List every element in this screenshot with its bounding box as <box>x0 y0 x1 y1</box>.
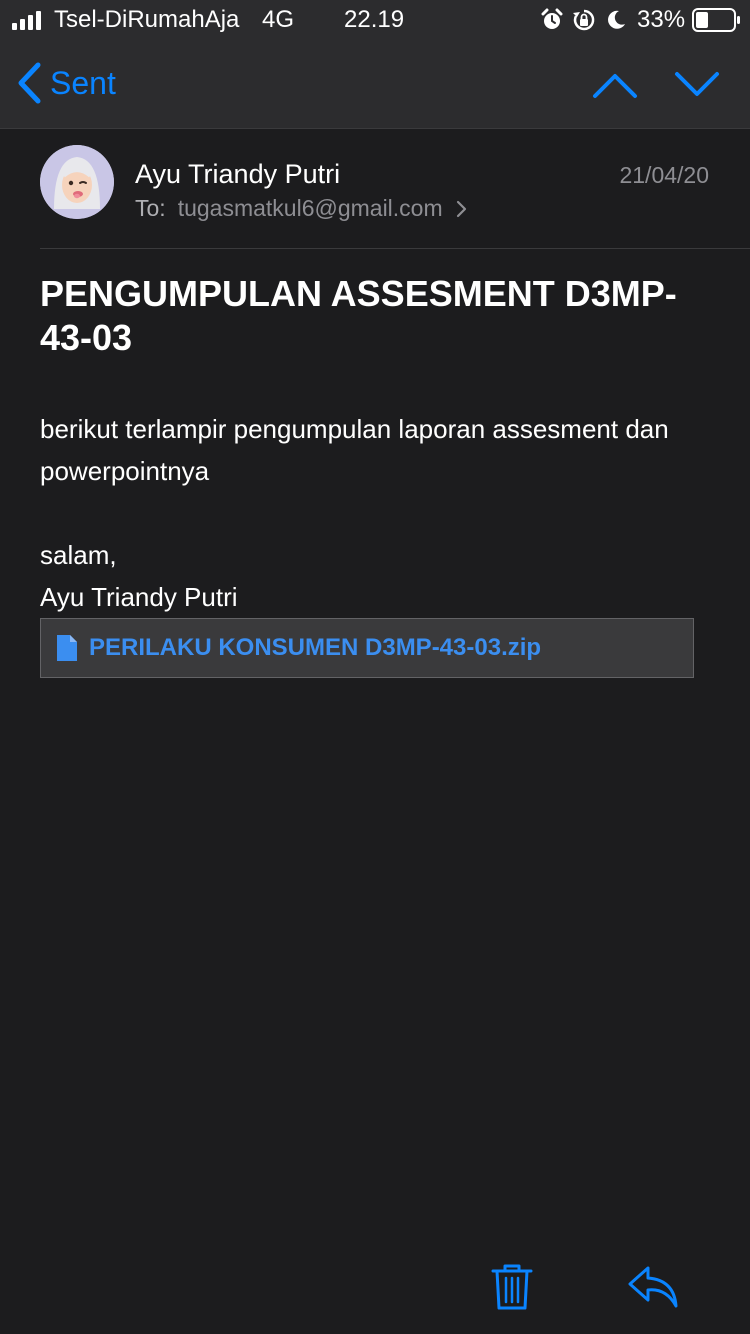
to-label: To: <box>135 195 166 221</box>
attachment-name: PERILAKU KONSUMEN D3MP-43-03.zip <box>89 634 542 661</box>
previous-message-button[interactable] <box>590 64 640 104</box>
recipient-row[interactable]: To: tugasmatkul6@gmail.com <box>135 195 471 222</box>
message-date: 21/04/20 <box>619 162 709 188</box>
chevron-up-icon <box>593 74 637 98</box>
next-message-button[interactable] <box>672 64 722 104</box>
avatar[interactable] <box>40 145 114 219</box>
signal-strength-icon <box>12 11 41 30</box>
battery-percent: 33% <box>637 6 686 33</box>
message-greeting: salam, <box>40 540 117 570</box>
do-not-disturb-icon <box>608 10 625 29</box>
memoji-avatar-icon <box>40 145 114 219</box>
back-button-label: Sent <box>50 64 116 101</box>
recipient-email[interactable]: tugasmatkul6@gmail.com <box>178 195 443 222</box>
message-signature: Ayu Triandy Putri <box>40 582 238 612</box>
battery-icon <box>692 8 740 32</box>
carrier-name: Tsel-DiRumahAja <box>54 6 240 33</box>
sender-name[interactable]: Ayu Triandy Putri <box>135 159 340 190</box>
message-subject: PENGUMPULAN ASSESMENT D3MP-43-03 <box>40 273 677 358</box>
reply-icon[interactable] <box>626 1262 680 1312</box>
alarm-icon <box>541 8 563 29</box>
chevron-left-icon <box>18 62 41 104</box>
status-bar: Tsel-DiRumahAja 4G 22.19 33% <box>0 0 750 40</box>
navigation-bar: Sent <box>0 40 750 129</box>
document-icon <box>57 635 77 661</box>
back-button[interactable]: Sent <box>16 58 116 108</box>
header-divider <box>40 248 750 249</box>
chevron-down-icon <box>675 72 719 96</box>
message-header: Ayu Triandy Putri To: tugasmatkul6@gmail… <box>0 129 750 249</box>
rotation-lock-icon <box>573 9 595 31</box>
network-type: 4G <box>262 6 295 33</box>
status-time: 22.19 <box>344 6 405 33</box>
message-body-text: berikut terlampir pengumpulan laporan as… <box>40 414 669 486</box>
attachment-link[interactable]: PERILAKU KONSUMEN D3MP-43-03.zip <box>40 618 694 678</box>
chevron-right-icon <box>456 200 466 217</box>
trash-icon[interactable] <box>490 1262 534 1312</box>
